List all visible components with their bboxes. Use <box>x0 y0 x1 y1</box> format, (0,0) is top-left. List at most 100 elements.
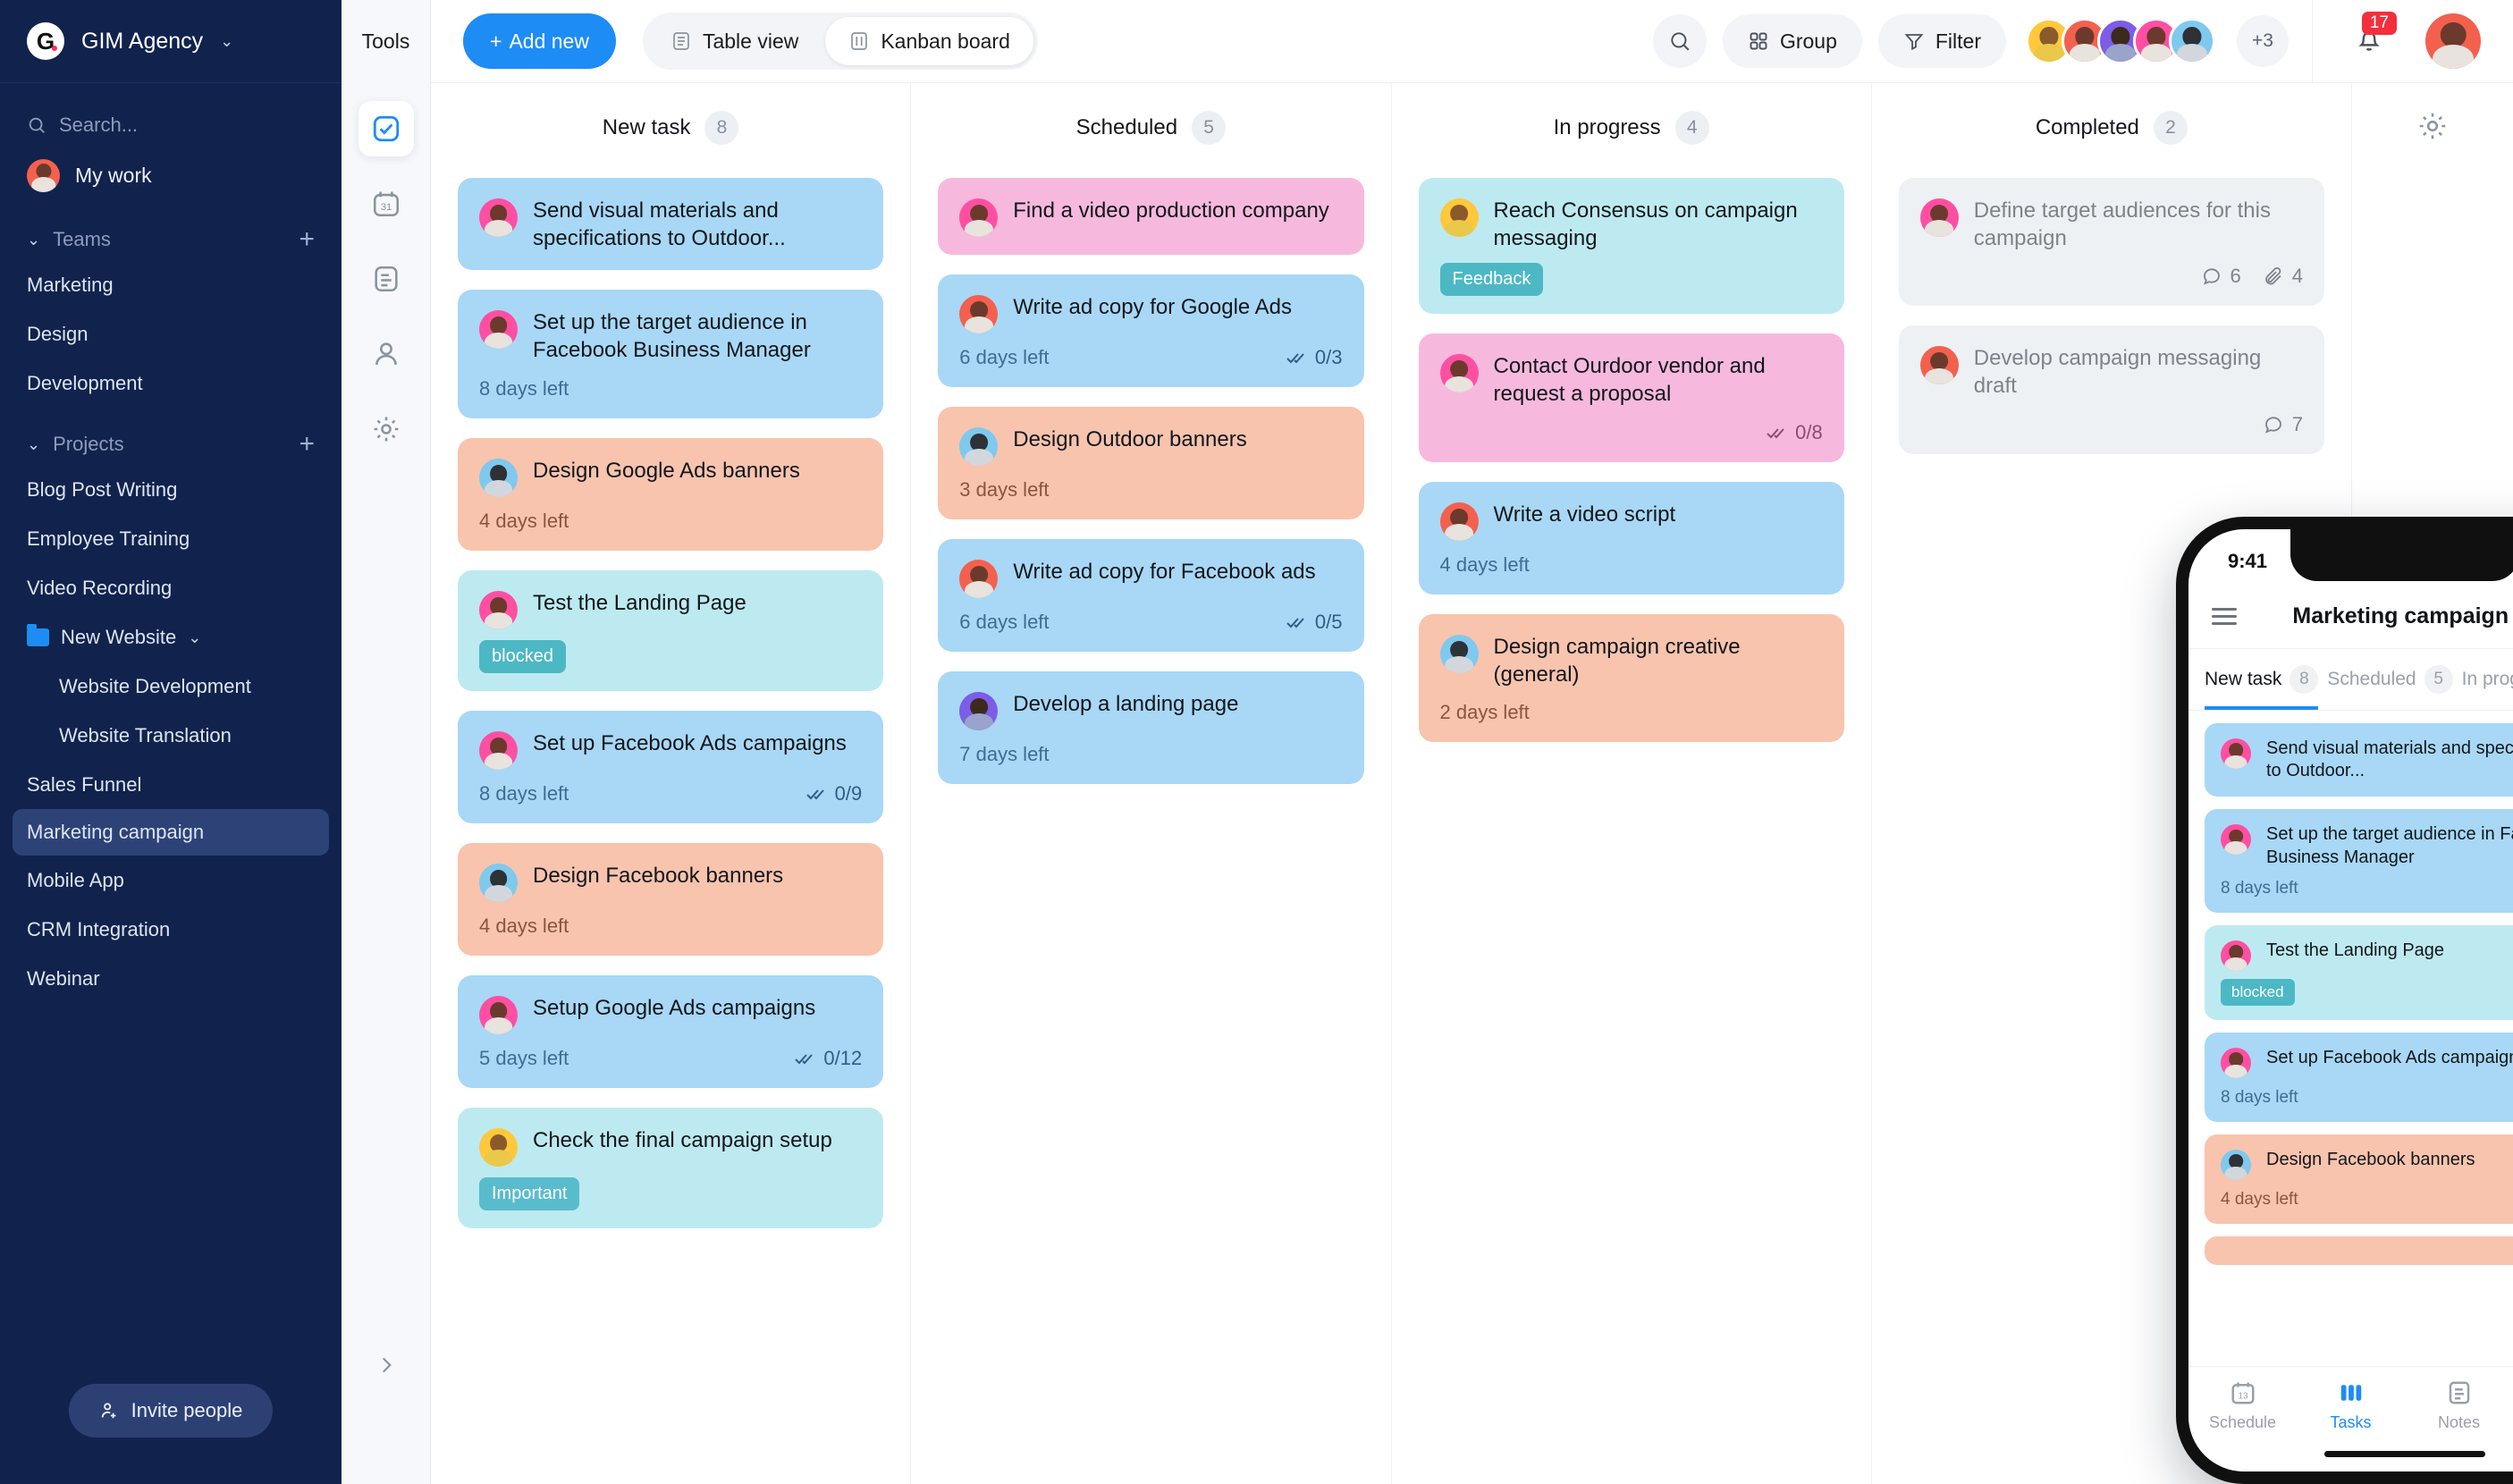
task-card[interactable]: Write a video script 4 days left <box>1418 481 1844 594</box>
teams-group-header[interactable]: ⌄ Teams + <box>0 203 342 260</box>
column-title: In progress <box>1553 115 1661 139</box>
comment-icon <box>2264 417 2281 434</box>
avatar <box>959 560 999 598</box>
subtask-progress: 0/3 <box>1286 346 1343 369</box>
phone-task-card[interactable]: Design Facebook banners 4 days left <box>2205 1134 2513 1224</box>
search-input[interactable]: Search... <box>0 103 342 148</box>
avatar <box>1919 198 1959 237</box>
due-text: 4 days left <box>479 509 569 532</box>
tool-calendar[interactable]: 31 <box>358 176 414 232</box>
more-members-button[interactable]: +3 <box>2237 15 2289 67</box>
task-title: Setup Google Ads campaigns <box>533 995 816 1020</box>
due-text: 7 days left <box>959 743 1050 765</box>
nav-tasks[interactable]: Tasks <box>2297 1379 2405 1432</box>
current-user-avatar[interactable] <box>2425 13 2481 69</box>
task-card[interactable]: Setup Google Ads campaigns 5 days left 0… <box>458 974 884 1088</box>
add-new-button[interactable]: + Add new <box>463 13 616 69</box>
sidebar-item-my-work[interactable]: My work <box>0 148 342 203</box>
add-project-button[interactable]: + <box>299 431 315 458</box>
task-card[interactable]: Develop campaign messaging draft 7 <box>1898 325 2324 454</box>
column-header[interactable]: Scheduled 5 <box>911 83 1390 173</box>
notification-badge: 17 <box>2361 11 2397 35</box>
task-card[interactable]: Check the final campaign setup Important <box>458 1107 884 1228</box>
sidebar-item-video-recording[interactable]: Video Recording <box>0 563 342 612</box>
tool-tasks[interactable] <box>358 101 414 156</box>
phone-tab-new-task[interactable]: New task 8 <box>2205 665 2319 710</box>
phone-task-card[interactable]: Test the Landing Page blocked <box>2205 924 2513 1020</box>
task-card[interactable]: Reach Consensus on campaign messaging Fe… <box>1418 178 1844 315</box>
column-header[interactable]: New task 8 <box>431 83 910 173</box>
due-text: 4 days left <box>1439 552 1530 576</box>
phone-task-card[interactable]: Set up the target audience in Facebook B… <box>2205 809 2513 913</box>
sidebar-item-website-development[interactable]: Website Development <box>0 662 342 711</box>
tab-table-view[interactable]: Table view <box>647 17 822 65</box>
add-team-button[interactable]: + <box>299 226 315 253</box>
notifications-button[interactable]: 17 <box>2336 11 2402 59</box>
paperclip-icon <box>2264 267 2281 285</box>
sidebar-item-crm-integration[interactable]: CRM Integration <box>0 905 342 954</box>
sidebar-item-sales-funnel[interactable]: Sales Funnel <box>0 760 342 809</box>
task-card[interactable]: Design Facebook banners 4 days left <box>458 842 884 956</box>
avatar <box>479 458 518 497</box>
sidebar-item-mobile-app[interactable]: Mobile App <box>0 856 342 905</box>
sidebar-item-website-translation[interactable]: Website Translation <box>0 711 342 760</box>
menu-icon[interactable] <box>2212 608 2237 625</box>
task-card[interactable]: Design Outdoor banners 3 days left <box>938 407 1364 519</box>
workspace-switcher[interactable]: G GIM Agency ⌄ <box>0 0 342 83</box>
member-avatar-stack[interactable] <box>2026 18 2215 64</box>
add-new-label: Add new <box>509 29 589 53</box>
task-card[interactable]: Write ad copy for Google Ads 6 days left… <box>938 274 1364 387</box>
task-card[interactable]: Contact Ourdoor vendor and request a pro… <box>1418 333 1844 462</box>
phone-title: Marketing campaign <box>2292 603 2509 628</box>
tool-settings[interactable] <box>358 401 414 457</box>
phone-task-card[interactable]: Send visual materials and specifications… <box>2205 723 2513 797</box>
task-card[interactable]: Set up Facebook Ads campaigns 8 days lef… <box>458 710 884 823</box>
tool-notes[interactable] <box>358 251 414 307</box>
tab-kanban-board[interactable]: Kanban board <box>825 17 1033 65</box>
search-button[interactable] <box>1652 14 1707 68</box>
invite-people-button[interactable]: Invite people <box>68 1384 274 1438</box>
task-card[interactable]: Define target audiences for this campaig… <box>1898 178 2324 307</box>
sidebar-item-design[interactable]: Design <box>0 309 342 358</box>
nav-schedule[interactable]: 13 Schedule <box>2188 1379 2297 1432</box>
toolbar-right: Group Filter +3 <box>1652 14 2312 68</box>
invite-people-label: Invite people <box>131 1399 243 1421</box>
task-card[interactable]: Find a video production company <box>938 178 1364 255</box>
nav-notes[interactable]: Notes <box>2405 1379 2513 1432</box>
task-card[interactable]: Design Google Ads banners 4 days left <box>458 437 884 551</box>
tool-people[interactable] <box>358 326 414 382</box>
sidebar-item-employee-training[interactable]: Employee Training <box>0 514 342 563</box>
sidebar-item-marketing-campaign[interactable]: Marketing campaign <box>13 809 329 856</box>
phone-task-card[interactable]: Set up Facebook Ads campaigns 8 days lef… <box>2205 1032 2513 1122</box>
avatar[interactable] <box>2169 18 2215 64</box>
phone-tab-scheduled[interactable]: Scheduled 5 <box>2327 665 2453 710</box>
collapse-sidebar-button[interactable] <box>342 1353 430 1377</box>
group-button[interactable]: Group <box>1722 14 1862 68</box>
column-count: 8 <box>704 111 739 145</box>
phone-task-card[interactable] <box>2205 1235 2513 1265</box>
task-card[interactable]: Set up the target audience in Facebook B… <box>458 290 884 418</box>
projects-group-header[interactable]: ⌄ Projects + <box>0 408 342 465</box>
sidebar-item-webinar[interactable]: Webinar <box>0 954 342 1003</box>
app-root: G GIM Agency ⌄ Search... My work ⌄ Teams <box>0 0 2513 1484</box>
sidebar-item-new-website[interactable]: New Website ⌄ <box>0 612 342 662</box>
gear-icon[interactable] <box>2416 110 2449 142</box>
task-card[interactable]: Test the Landing Page blocked <box>458 569 884 691</box>
task-title: Send visual materials and specifications… <box>2266 738 2513 781</box>
filter-button[interactable]: Filter <box>1877 14 2006 68</box>
task-card[interactable]: Send visual materials and specifications… <box>458 178 884 271</box>
task-card[interactable]: Write ad copy for Facebook ads 6 days le… <box>938 539 1364 652</box>
task-card[interactable]: Develop a landing page 7 days left <box>938 671 1364 784</box>
sidebar-item-blog-post-writing[interactable]: Blog Post Writing <box>0 465 342 514</box>
task-title: Check the final campaign setup <box>533 1127 832 1152</box>
column-title: Completed <box>2035 115 2139 139</box>
task-card[interactable]: Design campaign creative (general) 2 day… <box>1418 613 1844 743</box>
column-header[interactable]: Completed 2 <box>1872 83 2351 173</box>
task-title: Set up the target audience in Facebook B… <box>2266 824 2513 867</box>
column-header[interactable]: In progress 4 <box>1392 83 1871 173</box>
phone-tab-in-progress[interactable]: In progress 4 <box>2462 665 2513 710</box>
brand-logo: G <box>27 22 64 60</box>
sidebar-item-development[interactable]: Development <box>0 358 342 408</box>
kanban-icon <box>851 32 868 50</box>
sidebar-item-marketing[interactable]: Marketing <box>0 260 342 309</box>
